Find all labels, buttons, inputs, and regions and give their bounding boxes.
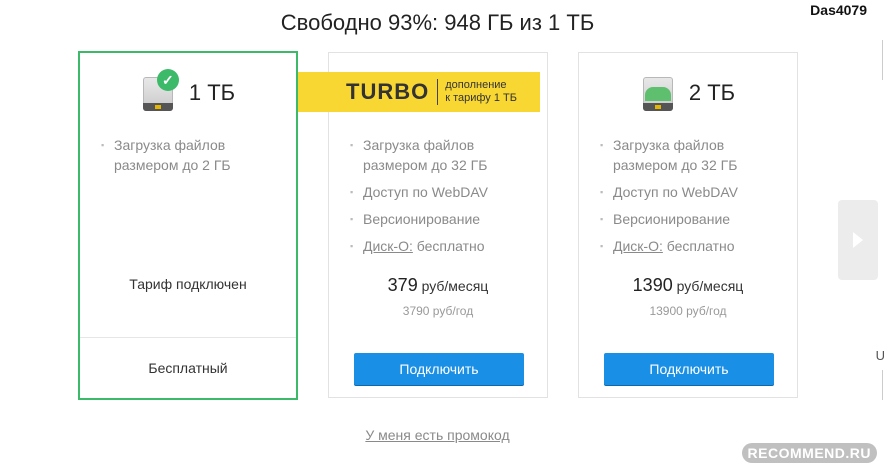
feature-list: Загрузка файлов размером до 32 ГБ Доступ… (600, 135, 783, 263)
connect-button[interactable]: Подключить (604, 353, 774, 385)
divider-line (882, 370, 883, 400)
feature-item: Загрузка файлов размером до 32 ГБ (350, 135, 533, 175)
disk-icon (641, 73, 675, 113)
feature-item: Загрузка файлов размером до 32 ГБ (600, 135, 783, 175)
plan-size: 2 ТБ (688, 80, 736, 105)
feature-item: Доступ по WebDAV (350, 182, 533, 202)
turbo-subtitle: дополнение к тарифу 1 ТБ (445, 79, 517, 104)
connect-button[interactable]: Подключить (354, 353, 524, 385)
divider-line (882, 40, 883, 80)
turbo-banner: TURBO дополнение к тарифу 1 ТБ (298, 72, 540, 112)
price-year: 3790 руб/год (402, 304, 474, 318)
cut-off-text: U (875, 348, 885, 363)
arrow-right-icon (853, 232, 863, 248)
disk-o-link[interactable]: Диск-О: (363, 238, 413, 254)
feature-list: Загрузка файлов размером до 32 ГБ Доступ… (350, 135, 533, 263)
plan-header: 2 ТБ (579, 71, 797, 115)
plan-card-1tb: ✓ 1 ТБ Загрузка файлов размером до 2 ГБ … (78, 51, 298, 400)
plan-name: Бесплатный (148, 360, 228, 376)
plan-size: 1 ТБ (188, 80, 236, 105)
watermark-logo: RECOMMEND.RU (741, 443, 877, 463)
price-year: 13900 руб/год (649, 304, 727, 318)
user-name[interactable]: Das4079 (810, 2, 867, 18)
feature-item: Доступ по WebDAV (600, 182, 783, 202)
plan-card-2tb: 2 ТБ Загрузка файлов размером до 32 ГБ Д… (578, 52, 798, 398)
next-button[interactable] (838, 200, 878, 280)
feature-list: Загрузка файлов размером до 2 ГБ (101, 135, 284, 182)
plan-status: Тариф подключен (129, 276, 247, 292)
page-title: Свободно 93%: 948 ГБ из 1 ТБ (280, 10, 595, 35)
plan-header: ✓ 1 ТБ (80, 69, 296, 115)
feature-item: Диск-О: бесплатно (600, 236, 783, 256)
price-month: 1390 руб/месяц (632, 275, 744, 295)
feature-item: Версионирование (600, 209, 783, 229)
promo-code-link[interactable]: У меня есть промокод (0, 427, 875, 443)
feature-item: Диск-О: бесплатно (350, 236, 533, 256)
card-divider (80, 337, 296, 338)
turbo-label: TURBO (346, 79, 430, 104)
disk-icon: ✓ (141, 69, 179, 113)
check-icon: ✓ (156, 69, 179, 91)
feature-item: Версионирование (350, 209, 533, 229)
price-month: 379 руб/месяц (387, 275, 489, 295)
feature-item: Загрузка файлов размером до 2 ГБ (101, 135, 284, 175)
disk-o-link[interactable]: Диск-О: (613, 238, 663, 254)
